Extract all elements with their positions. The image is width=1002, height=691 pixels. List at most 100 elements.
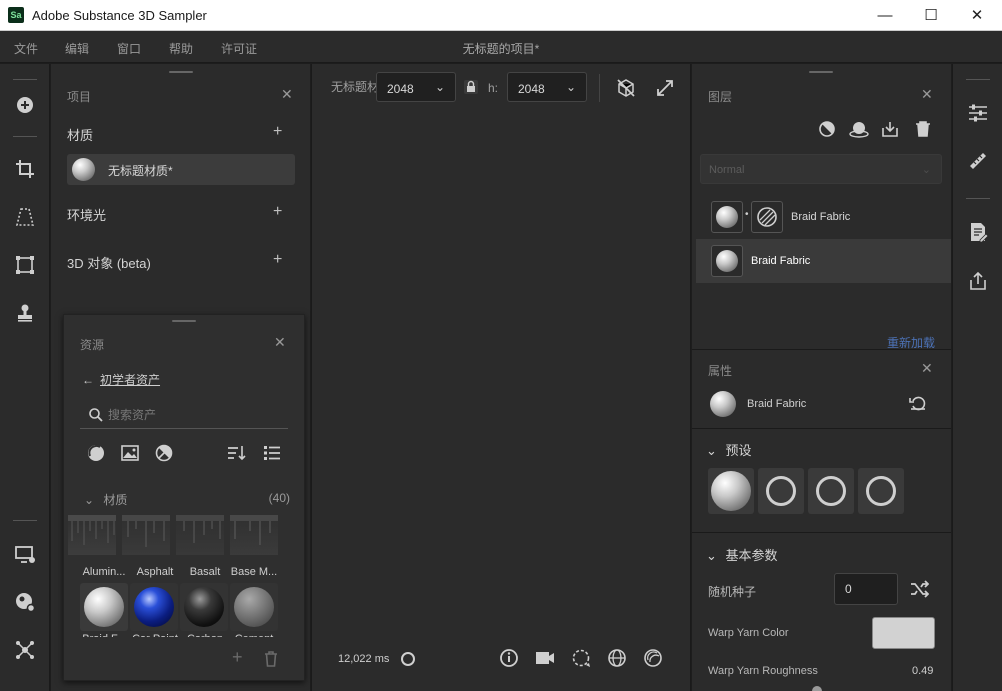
lock-icon[interactable] — [463, 79, 479, 95]
asset-thumbnail-car-paint[interactable] — [130, 583, 178, 631]
add-layer-icon[interactable] — [13, 93, 37, 117]
asset-thumbnail[interactable] — [230, 515, 278, 555]
minimize-button[interactable]: — — [862, 0, 908, 31]
width-select[interactable]: 2048 ⌄ — [376, 72, 456, 102]
warp-yarn-roughness-label: Warp Yarn Roughness — [708, 665, 818, 677]
materials-filter-icon[interactable] — [86, 443, 106, 463]
shuffle-icon[interactable] — [909, 580, 929, 598]
panel-drag-handle[interactable] — [809, 71, 833, 73]
link-dot-icon: • — [745, 209, 749, 220]
crop-icon[interactable] — [13, 157, 37, 181]
layer-row[interactable]: • Braid Fabric — [696, 195, 951, 239]
layer-row-selected[interactable]: Braid Fabric — [696, 239, 951, 283]
height-select[interactable]: 2048 ⌄ — [507, 72, 587, 102]
close-assets-panel-icon[interactable]: ✕ — [274, 334, 286, 351]
roughness-slider-handle[interactable] — [812, 686, 822, 691]
layer-thumbnail — [711, 201, 743, 233]
panel-divider — [692, 349, 951, 350]
asset-label: Braid F... — [79, 633, 129, 637]
images-filter-icon[interactable] — [120, 443, 140, 463]
preset-loading-icon — [766, 476, 796, 506]
random-seed-input[interactable]: 0 — [834, 573, 898, 605]
reset-icon[interactable] — [908, 394, 928, 412]
import-layer-icon[interactable] — [881, 120, 899, 138]
random-seed-label: 随机种子 — [708, 585, 757, 599]
asset-label: Asphalt — [136, 566, 174, 578]
blend-mode-select[interactable]: Normal ⌄ — [700, 154, 942, 184]
list-view-icon[interactable] — [262, 443, 282, 463]
environment-settings-icon[interactable] — [13, 590, 37, 614]
add-material-icon[interactable]: + — [273, 123, 282, 141]
export-icon[interactable] — [966, 269, 990, 293]
asset-thumbnail[interactable] — [122, 515, 170, 555]
measure-icon[interactable] — [966, 149, 990, 173]
asset-label: Alumin... — [82, 566, 126, 578]
material-preview-icon[interactable] — [642, 647, 664, 669]
asset-thumbnail-braid-fabric[interactable] — [80, 583, 128, 631]
layer-filter-icon[interactable] — [818, 120, 836, 138]
panel-drag-handle[interactable] — [169, 71, 193, 73]
asset-thumbnail-cement[interactable] — [230, 583, 278, 631]
filters-filter-icon[interactable] — [154, 443, 174, 463]
camera-icon[interactable] — [534, 647, 556, 669]
rotate-view-icon[interactable] — [570, 647, 592, 669]
asset-search-box[interactable] — [80, 401, 288, 429]
asset-thumbnail-carbon[interactable] — [180, 583, 228, 631]
delete-asset-icon[interactable] — [262, 650, 280, 668]
close-window-button[interactable]: ✕ — [954, 0, 1000, 31]
layer-material-icon[interactable] — [849, 120, 869, 138]
close-properties-panel-icon[interactable]: ✕ — [921, 360, 933, 377]
height-value: 2048 — [518, 82, 545, 96]
add-3d-object-icon[interactable]: + — [273, 251, 282, 269]
stamp-icon[interactable] — [13, 301, 37, 325]
material-list-item[interactable]: 无标题材质* — [67, 154, 295, 185]
asset-search-input[interactable] — [108, 406, 278, 424]
search-icon — [89, 408, 103, 422]
render-status-icon — [401, 652, 415, 666]
maximize-button[interactable]: ☐ — [908, 0, 954, 31]
asset-section-label: 材质 — [103, 493, 128, 507]
display-settings-icon[interactable] — [13, 543, 37, 567]
presets-section-header[interactable]: ⌄ 预设 — [706, 440, 752, 459]
basic-params-section-header[interactable]: ⌄ 基本参数 — [706, 545, 778, 564]
edit-document-icon[interactable] — [966, 220, 990, 244]
warp-yarn-color-swatch[interactable] — [872, 617, 935, 649]
preset-card[interactable] — [808, 468, 854, 514]
preset-card-active[interactable] — [708, 468, 754, 514]
info-icon[interactable] — [498, 647, 520, 669]
title-bar: Sa Adobe Substance 3D Sampler — ☐ ✕ — [0, 0, 1002, 31]
adjustments-icon[interactable] — [966, 101, 990, 125]
objects-3d-section-label: 3D 对象 (beta) — [67, 256, 151, 271]
layers-properties-panel: 图层 ✕ Normal ⌄ • Braid Fabric Braid Fabric… — [692, 64, 951, 691]
panel-divider — [692, 428, 951, 429]
materials-section-label: 材质 — [67, 128, 94, 143]
materials-asset-section[interactable]: ⌄ 材质 — [84, 491, 294, 508]
close-project-panel-icon[interactable]: ✕ — [281, 86, 293, 103]
width-value: 2048 — [387, 82, 414, 96]
assets-drag-handle[interactable] — [172, 320, 196, 322]
asset-thumbnail[interactable] — [68, 515, 116, 555]
perspective-icon[interactable] — [13, 205, 37, 229]
expand-viewport-icon[interactable] — [654, 77, 676, 99]
close-layers-panel-icon[interactable]: ✕ — [921, 86, 933, 103]
back-to-starter-assets-link[interactable]: ← 初学者资产 — [82, 371, 160, 388]
render-time: 12,022 ms — [338, 653, 390, 665]
preset-card[interactable] — [858, 468, 904, 514]
asset-count: (40) — [268, 491, 290, 505]
viewport[interactable]: 无标题材 2048 ⌄ h: 2048 ⌄ 12,022 ms — [311, 64, 691, 691]
height-label: h: — [488, 81, 499, 95]
add-asset-icon[interactable]: + — [232, 647, 243, 668]
material-name: 无标题材质* — [108, 164, 173, 178]
node-graph-icon[interactable] — [13, 638, 37, 662]
sort-icon[interactable] — [226, 443, 246, 463]
add-environment-icon[interactable]: + — [273, 203, 282, 221]
3d-view-toggle-icon[interactable] — [615, 77, 637, 99]
preset-card[interactable] — [758, 468, 804, 514]
delete-layer-icon[interactable] — [914, 120, 932, 138]
chevron-down-icon: ⌄ — [434, 80, 445, 94]
layer-name: Braid Fabric — [751, 255, 811, 267]
environment-globe-icon[interactable] — [606, 647, 628, 669]
asset-thumbnail[interactable] — [176, 515, 224, 555]
transform-icon[interactable] — [13, 253, 37, 277]
blend-mode-value: Normal — [709, 164, 745, 176]
